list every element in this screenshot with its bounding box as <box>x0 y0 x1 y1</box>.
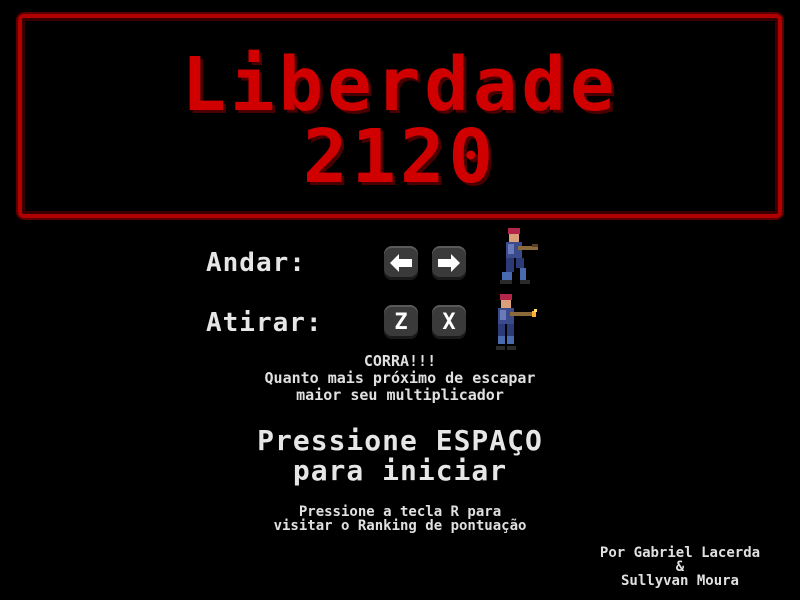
x-key: X <box>432 305 466 339</box>
walk-label: Andar: <box>206 248 306 278</box>
soldier-shooting-sprite <box>496 294 537 350</box>
credits-line1: Por Gabriel Lacerda <box>599 545 761 561</box>
left-arrow-key <box>384 246 418 280</box>
hint-run: CORRA!!! <box>363 352 437 370</box>
shoot-label: Atirar: <box>206 308 323 338</box>
x-key-letter: X <box>442 309 456 335</box>
right-arrow-key <box>432 246 466 280</box>
z-key-letter: Z <box>394 309 408 335</box>
hint-line3: maior seu multiplicador <box>296 386 504 404</box>
hint-line2: Quanto mais próximo de escapar <box>264 369 536 387</box>
start-prompt-line1: Pressione ESPAÇO <box>257 424 543 457</box>
start-prompt-line2: para iniciar <box>292 454 508 487</box>
credits-ampersand: & <box>675 559 685 575</box>
ranking-prompt-line2: visitar o Ranking de pontuação <box>273 518 527 534</box>
game-title-line2: 2120 <box>302 114 498 200</box>
right-arrow-icon <box>438 254 460 272</box>
soldier-running-sprite <box>500 228 538 284</box>
credits-line3: Sullyvan Moura <box>620 573 739 589</box>
z-key: Z <box>384 305 418 339</box>
left-arrow-icon <box>390 254 412 272</box>
